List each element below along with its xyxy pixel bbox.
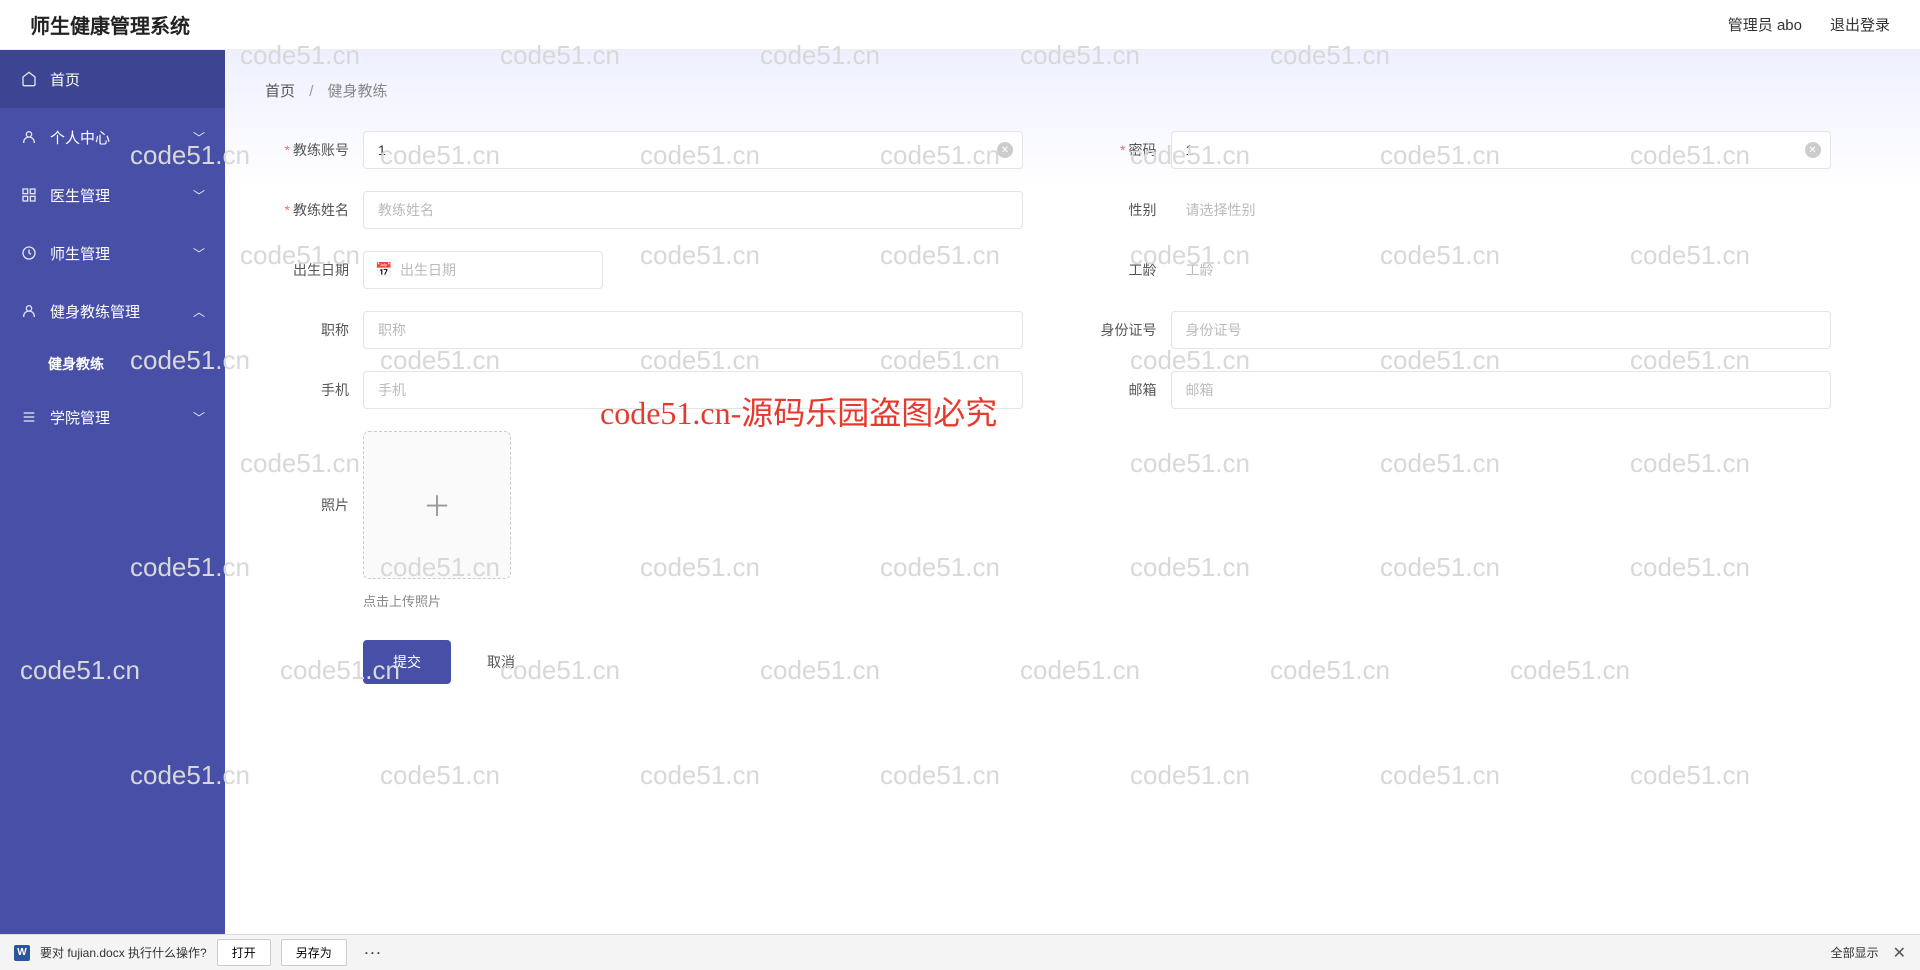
word-icon: W xyxy=(14,945,30,961)
sidebar-subitem-coach[interactable]: 健身教练 xyxy=(0,340,225,388)
breadcrumb: 首页 / 健身教练 xyxy=(265,80,1880,101)
sidebar-item-doctor[interactable]: 医生管理 ﹀ xyxy=(0,166,225,224)
saveas-button[interactable]: 另存为 xyxy=(281,939,347,966)
sidebar-item-teacher-student[interactable]: 师生管理 ﹀ xyxy=(0,224,225,282)
label-title: 职称 xyxy=(265,311,363,349)
breadcrumb-current: 健身教练 xyxy=(328,83,388,100)
sidebar-item-label: 医生管理 xyxy=(50,185,110,206)
admin-link[interactable]: 管理员 abo xyxy=(1728,14,1802,35)
password-input[interactable] xyxy=(1171,131,1831,169)
top-bar: 师生健康管理系统 管理员 abo 退出登录 xyxy=(0,0,1920,50)
account-input[interactable] xyxy=(363,131,1023,169)
submit-button[interactable]: 提交 xyxy=(363,640,451,684)
logout-link[interactable]: 退出登录 xyxy=(1830,14,1890,35)
breadcrumb-home[interactable]: 首页 xyxy=(265,83,295,100)
sidebar-item-college[interactable]: 学院管理 ﹀ xyxy=(0,388,225,446)
clear-icon[interactable]: ✕ xyxy=(997,142,1013,158)
birth-input[interactable] xyxy=(363,251,603,289)
top-right: 管理员 abo 退出登录 xyxy=(1728,14,1890,35)
gender-select[interactable] xyxy=(1171,191,1831,229)
label-birth: 出生日期 xyxy=(265,251,363,289)
coach-form: *教练账号 ✕ *密码 ✕ *教练姓名 xyxy=(265,131,1880,684)
sidebar-item-label: 健身教练管理 xyxy=(50,301,140,322)
showall-link[interactable]: 全部显示 xyxy=(1831,944,1879,961)
grid-icon xyxy=(20,186,38,204)
photo-upload[interactable]: ＋ xyxy=(363,431,511,579)
chevron-down-icon: ﹀ xyxy=(193,409,205,426)
label-password: *密码 xyxy=(1073,131,1171,169)
user-icon xyxy=(20,302,38,320)
close-icon[interactable]: ✕ xyxy=(1893,943,1906,963)
breadcrumb-sep: / xyxy=(309,83,313,100)
label-workage: 工龄 xyxy=(1073,251,1171,289)
sidebar-item-home[interactable]: 首页 xyxy=(0,50,225,108)
email-input[interactable] xyxy=(1171,371,1831,409)
sidebar-item-coach-mgmt[interactable]: 健身教练管理 ︿ xyxy=(0,282,225,340)
label-gender: 性别 xyxy=(1073,191,1171,229)
more-button[interactable]: ··· xyxy=(357,944,391,962)
idcard-input[interactable] xyxy=(1171,311,1831,349)
clock-icon xyxy=(20,244,38,262)
label-phone: 手机 xyxy=(265,371,363,409)
sidebar-item-label: 学院管理 xyxy=(50,407,110,428)
title-input[interactable] xyxy=(363,311,1023,349)
download-prompt: 要对 fujian.docx 执行什么操作? xyxy=(40,944,207,961)
sidebar-item-label: 师生管理 xyxy=(50,243,110,264)
chevron-down-icon: ﹀ xyxy=(193,187,205,204)
workage-input[interactable] xyxy=(1171,251,1831,289)
main-content: 首页 / 健身教练 *教练账号 ✕ *密码 ✕ xyxy=(225,50,1920,934)
sidebar-subitem-label: 健身教练 xyxy=(48,354,104,374)
chevron-up-icon: ︿ xyxy=(193,303,205,320)
phone-input[interactable] xyxy=(363,371,1023,409)
upload-hint: 点击上传照片 xyxy=(363,591,511,610)
name-input[interactable] xyxy=(363,191,1023,229)
user-icon xyxy=(20,128,38,146)
sidebar: 首页 个人中心 ﹀ 医生管理 ﹀ 师生管理 ﹀ 健身教练管理 ︿ 健身教练 学院… xyxy=(0,50,225,934)
label-name: *教练姓名 xyxy=(265,191,363,229)
list-icon xyxy=(20,408,38,426)
chevron-down-icon: ﹀ xyxy=(193,129,205,146)
sidebar-item-label: 首页 xyxy=(50,69,80,90)
download-bar: W 要对 fujian.docx 执行什么操作? 打开 另存为 ··· 全部显示… xyxy=(0,934,1920,970)
clear-icon[interactable]: ✕ xyxy=(1805,142,1821,158)
label-email: 邮箱 xyxy=(1073,371,1171,409)
label-account: *教练账号 xyxy=(265,131,363,169)
chevron-down-icon: ﹀ xyxy=(193,245,205,262)
sidebar-item-label: 个人中心 xyxy=(50,127,110,148)
open-button[interactable]: 打开 xyxy=(217,939,271,966)
label-idcard: 身份证号 xyxy=(1073,311,1171,349)
home-icon xyxy=(20,70,38,88)
app-title: 师生健康管理系统 xyxy=(30,10,190,39)
plus-icon: ＋ xyxy=(423,485,451,525)
sidebar-item-personal[interactable]: 个人中心 ﹀ xyxy=(0,108,225,166)
label-photo: 照片 xyxy=(265,431,363,579)
cancel-button[interactable]: 取消 xyxy=(487,652,515,672)
